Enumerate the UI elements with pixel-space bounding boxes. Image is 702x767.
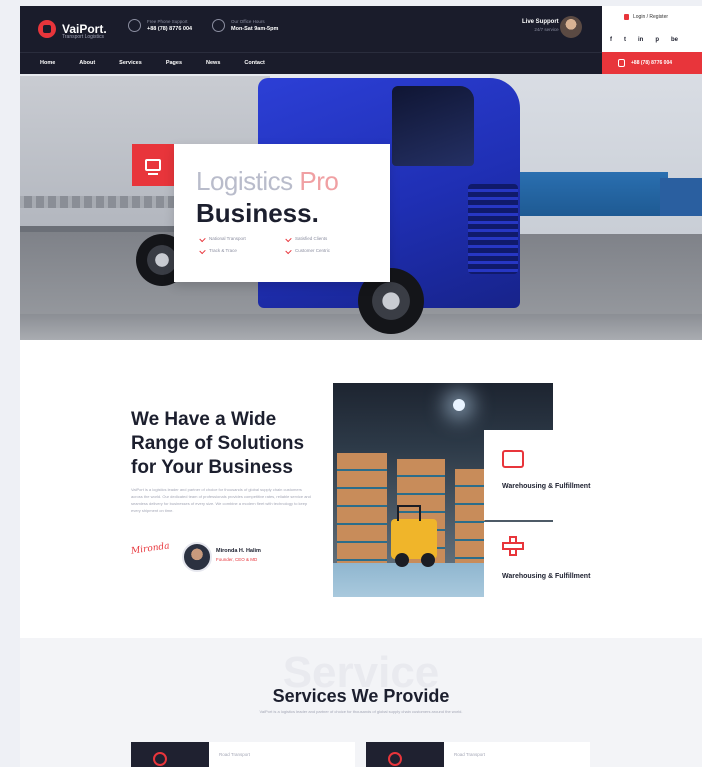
page-frame: VaiPort. Transport Logistics Free Phone … — [20, 6, 702, 767]
nav-about[interactable]: About — [79, 60, 95, 66]
pinterest-icon[interactable]: p — [655, 37, 659, 43]
truck-grille — [468, 184, 518, 274]
check-icon — [285, 235, 292, 242]
logo-icon — [38, 20, 56, 38]
hero-feature: Satisfied Clients — [285, 235, 328, 242]
hero-title-accent: Pro — [299, 166, 339, 196]
phone-cta-button[interactable]: +88 (78) 8776 004 — [602, 52, 702, 74]
hero-banner: Logistics Pro Business. National Transpo… — [20, 74, 702, 340]
support-title: Live Support — [522, 19, 559, 25]
about-body: VaiPort is a logistics leader and partne… — [131, 487, 311, 513]
truck-windshield — [392, 86, 474, 166]
phone-icon — [128, 19, 141, 32]
hero-title-light: Logistics Pro — [196, 166, 339, 197]
feature-label: Customer Centric — [295, 248, 331, 253]
hero-title-bold: Business. — [196, 198, 319, 228]
ceo-role: Founder, CEO & MD — [216, 557, 258, 562]
ceiling-light — [453, 399, 465, 411]
hero-feature: Track & Trace — [199, 247, 237, 254]
ceo-avatar — [182, 542, 212, 572]
social-links: f t in p be — [610, 37, 678, 43]
warehouse-rack — [455, 469, 485, 563]
service-image — [366, 742, 444, 767]
support-sub: 24/7 service — [534, 27, 559, 32]
support-avatar[interactable] — [560, 16, 582, 38]
services-subtitle: VaiPort is a logistics leader and partne… — [259, 709, 463, 714]
hours-label: Our Office Hours — [231, 19, 265, 24]
nav-contact[interactable]: Contact — [244, 60, 264, 66]
main-nav: Home About Services Pages News Contact — [20, 52, 702, 75]
behance-icon[interactable]: be — [671, 37, 678, 43]
cross-icon — [502, 536, 524, 556]
services-section: Service Services We Provide VaiPort is a… — [20, 638, 702, 767]
top-header: VaiPort. Transport Logistics Free Phone … — [20, 6, 702, 52]
nav-services[interactable]: Services — [119, 60, 142, 66]
facebook-icon[interactable]: f — [610, 37, 612, 43]
hours-contact: Our Office Hours Mon-Sat 9am-5pm — [212, 19, 278, 32]
background-truck — [518, 172, 668, 216]
service-image — [131, 742, 209, 767]
twitter-icon[interactable]: t — [624, 37, 626, 43]
clock-icon — [212, 19, 225, 32]
solution-card[interactable]: Warehousing & Fulfillment — [484, 430, 590, 520]
background-truck-cab — [660, 178, 702, 216]
hero-badge — [132, 144, 174, 186]
check-icon — [285, 247, 292, 254]
services-title: Services We Provide — [272, 686, 450, 706]
header-right-panel: Login / Register f t in p be — [602, 6, 702, 52]
logo-tagline: Transport Logistics — [62, 34, 105, 40]
solution-label: Warehousing & Fulfillment — [502, 573, 591, 580]
check-icon — [199, 247, 206, 254]
phone-icon — [618, 59, 625, 67]
phone-contact[interactable]: Free Phone Support +88 (78) 8776 004 — [128, 19, 192, 32]
check-icon — [199, 235, 206, 242]
solution-card[interactable]: Warehousing & Fulfillment — [484, 522, 590, 612]
hero-title-word: Logistics — [196, 166, 293, 196]
nav-pages[interactable]: Pages — [166, 60, 182, 66]
feature-label: Satisfied Clients — [295, 236, 328, 241]
login-link[interactable]: Login / Register — [624, 14, 668, 20]
nav-news[interactable]: News — [206, 60, 220, 66]
service-caption: Road Transport — [454, 752, 486, 757]
feature-label: Track & Trace — [209, 248, 237, 253]
signature: Mironda — [130, 541, 171, 557]
solution-label: Warehousing & Fulfillment — [502, 483, 591, 490]
phone-contact-value: +88 (78) 8776 004 — [147, 26, 193, 32]
warehouse-rack — [337, 453, 387, 563]
nav-home[interactable]: Home — [40, 60, 55, 66]
feature-label: National Transport — [209, 236, 246, 241]
service-item[interactable]: Road Transport — [131, 742, 355, 767]
service-caption: Road Transport — [219, 752, 251, 757]
lock-icon — [624, 14, 629, 20]
phone-contact-label: Free Phone Support — [147, 19, 188, 24]
delivery-icon — [145, 159, 161, 175]
login-label: Login / Register — [633, 14, 669, 20]
forklift-wheel — [395, 553, 409, 567]
phone-cta-label: +88 (78) 8776 004 — [631, 60, 673, 66]
forklift-wheel — [421, 553, 435, 567]
hours-value: Mon-Sat 9am-5pm — [231, 26, 279, 32]
live-support[interactable]: Live Support 24/7 service — [522, 19, 559, 32]
ground — [20, 314, 702, 340]
service-item[interactable]: Road Transport — [366, 742, 590, 767]
ceo-name: Mironda H. Halim — [216, 548, 261, 554]
box-icon — [502, 450, 524, 468]
hero-card: Logistics Pro Business. National Transpo… — [174, 144, 390, 282]
hero-feature: National Transport — [199, 235, 246, 242]
hero-feature: Customer Centric — [285, 247, 331, 254]
linkedin-icon[interactable]: in — [638, 37, 643, 43]
about-heading: We Have a Wide Range of Solutions for Yo… — [131, 409, 305, 478]
